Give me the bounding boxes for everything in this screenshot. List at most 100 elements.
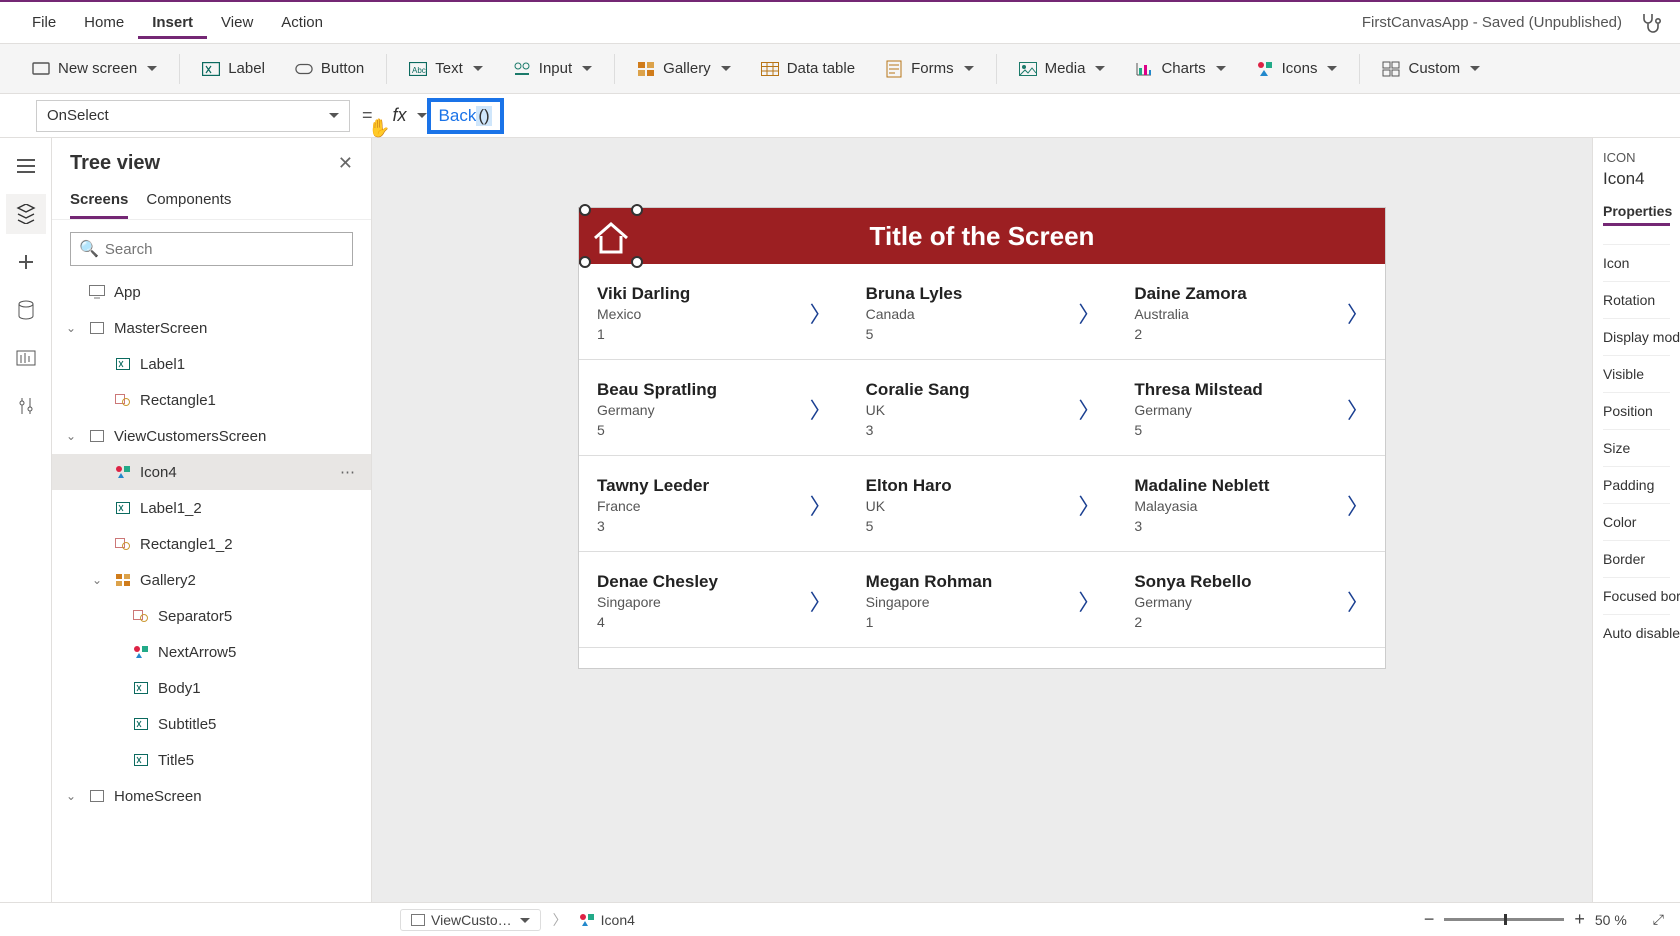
tree-node-viewcustomers[interactable]: ⌄ ViewCustomersScreen [52, 418, 371, 454]
properties-tab[interactable]: Properties [1603, 203, 1670, 226]
tab-screens[interactable]: Screens [70, 183, 128, 219]
tree-node-separator5[interactable]: Separator5 [52, 598, 371, 634]
menu-file[interactable]: File [18, 6, 70, 39]
rail-tree-view-icon[interactable] [6, 194, 46, 234]
fit-to-screen-icon[interactable]: ⤢ [1653, 911, 1664, 928]
tree-node-title5[interactable]: Title5 [52, 742, 371, 778]
label-button[interactable]: Label [188, 54, 279, 84]
forms-dropdown[interactable]: Forms [871, 54, 988, 84]
zoom-slider[interactable] [1444, 918, 1564, 921]
menu-insert[interactable]: Insert [138, 6, 207, 39]
tree-node-gallery2[interactable]: ⌄ Gallery2 [52, 562, 371, 598]
text-dropdown[interactable]: Abc Text [395, 54, 497, 84]
formula-input[interactable]: Back() [427, 100, 1662, 132]
next-arrow-icon[interactable]: 〉 [1078, 297, 1100, 329]
next-arrow-icon[interactable]: 〉 [1078, 489, 1100, 521]
property-row[interactable]: Rotation [1603, 281, 1670, 318]
rail-media-icon[interactable] [6, 338, 46, 378]
gallery[interactable]: Viki DarlingMexico1〉Bruna LylesCanada5〉D… [579, 264, 1385, 648]
next-arrow-icon[interactable]: 〉 [1078, 585, 1100, 617]
status-bar: ViewCusto… 〉 Icon4 − + 50 % ⤢ [0, 902, 1680, 936]
selection-handle[interactable] [579, 204, 591, 216]
tree-node-body1[interactable]: Body1 [52, 670, 371, 706]
rail-hamburger-icon[interactable] [6, 146, 46, 186]
icon4-selection[interactable] [585, 210, 637, 262]
tree-node-homescreen[interactable]: ⌄ HomeScreen [52, 778, 371, 814]
tree-node-rectangle1[interactable]: Rectangle1 [52, 382, 371, 418]
tree-node-app[interactable]: App [52, 274, 371, 310]
zoom-control[interactable]: − + 50 % [1424, 909, 1627, 930]
gallery-dropdown[interactable]: Gallery [623, 54, 745, 84]
gallery-item[interactable]: Megan RohmanSingapore1〉 [848, 552, 1117, 648]
gallery-item[interactable]: Denae ChesleySingapore4〉 [579, 552, 848, 648]
app-checker-icon[interactable] [1638, 11, 1662, 35]
next-arrow-icon[interactable]: 〉 [810, 585, 832, 617]
tree-node-rectangle1-2[interactable]: Rectangle1_2 [52, 526, 371, 562]
property-row[interactable]: Auto disable [1603, 614, 1670, 651]
gallery-item[interactable]: Tawny LeederFrance3〉 [579, 456, 848, 552]
tree-node-label1-2[interactable]: Label1_2 [52, 490, 371, 526]
icons-dropdown[interactable]: Icons [1242, 54, 1352, 84]
property-row[interactable]: Color [1603, 503, 1670, 540]
next-arrow-icon[interactable]: 〉 [810, 297, 832, 329]
next-arrow-icon[interactable]: 〉 [810, 489, 832, 521]
tab-components[interactable]: Components [146, 183, 231, 219]
close-icon[interactable]: ✕ [338, 153, 353, 174]
gallery-item[interactable]: Madaline NeblettMalayasia3〉 [1116, 456, 1385, 552]
property-row[interactable]: Icon [1603, 244, 1670, 281]
property-row[interactable]: Position [1603, 392, 1670, 429]
custom-dropdown[interactable]: Custom [1368, 54, 1494, 84]
gallery-item[interactable]: Coralie SangUK3〉 [848, 360, 1117, 456]
next-arrow-icon[interactable]: 〉 [1078, 393, 1100, 425]
rail-insert-icon[interactable] [6, 242, 46, 282]
next-arrow-icon[interactable]: 〉 [1347, 393, 1369, 425]
charts-dropdown[interactable]: Charts [1121, 54, 1239, 84]
tree-node-nextarrow5[interactable]: NextArrow5 [52, 634, 371, 670]
breadcrumb-screen[interactable]: ViewCusto… [400, 909, 541, 931]
breadcrumb-selection[interactable]: Icon4 [579, 912, 635, 928]
rail-tools-icon[interactable] [6, 386, 46, 426]
more-icon[interactable]: ⋯ [340, 463, 371, 481]
menu-action[interactable]: Action [267, 6, 337, 39]
zoom-out-icon[interactable]: − [1424, 909, 1435, 930]
tree-node-subtitle5[interactable]: Subtitle5 [52, 706, 371, 742]
property-row[interactable]: Visible [1603, 355, 1670, 392]
tree-node-icon4[interactable]: Icon4 ⋯ [52, 454, 371, 490]
next-arrow-icon[interactable]: 〉 [1347, 489, 1369, 521]
fx-dropdown-icon[interactable] [415, 107, 427, 125]
gallery-item[interactable]: Elton HaroUK5〉 [848, 456, 1117, 552]
new-screen-button[interactable]: New screen [18, 54, 171, 84]
rail-data-icon[interactable] [6, 290, 46, 330]
data-table-button[interactable]: Data table [747, 54, 869, 84]
next-arrow-icon[interactable]: 〉 [1347, 297, 1369, 329]
app-preview[interactable]: Title of the Screen Viki DarlingMexico1〉… [579, 208, 1385, 668]
gallery-item[interactable]: Viki DarlingMexico1〉 [579, 264, 848, 360]
property-select[interactable]: OnSelect [36, 100, 350, 132]
canvas-area[interactable]: Title of the Screen Viki DarlingMexico1〉… [372, 138, 1592, 902]
button-button[interactable]: Button [281, 54, 378, 84]
next-arrow-icon[interactable]: 〉 [810, 393, 832, 425]
tree-node-label1[interactable]: Label1 [52, 346, 371, 382]
media-dropdown[interactable]: Media [1005, 54, 1120, 84]
property-row[interactable]: Border [1603, 540, 1670, 577]
input-dropdown[interactable]: Input [499, 54, 606, 84]
menu-home[interactable]: Home [70, 6, 138, 39]
tree-node-masterscreen[interactable]: ⌄ MasterScreen [52, 310, 371, 346]
selection-handle[interactable] [631, 256, 643, 268]
menu-view[interactable]: View [207, 6, 267, 39]
gallery-item[interactable]: Beau SpratlingGermany5〉 [579, 360, 848, 456]
zoom-in-icon[interactable]: + [1574, 909, 1585, 930]
gallery-item[interactable]: Daine ZamoraAustralia2〉 [1116, 264, 1385, 360]
search-input[interactable]: 🔍 [70, 232, 353, 266]
property-row[interactable]: Size [1603, 429, 1670, 466]
selection-handle[interactable] [579, 256, 591, 268]
gallery-item[interactable]: Thresa MilsteadGermany5〉 [1116, 360, 1385, 456]
item-body: 1 [597, 326, 690, 342]
property-row[interactable]: Padding [1603, 466, 1670, 503]
gallery-item[interactable]: Bruna LylesCanada5〉 [848, 264, 1117, 360]
gallery-item[interactable]: Sonya RebelloGermany2〉 [1116, 552, 1385, 648]
next-arrow-icon[interactable]: 〉 [1347, 585, 1369, 617]
selection-handle[interactable] [631, 204, 643, 216]
property-row[interactable]: Display mod [1603, 318, 1670, 355]
property-row[interactable]: Focused bor [1603, 577, 1670, 614]
